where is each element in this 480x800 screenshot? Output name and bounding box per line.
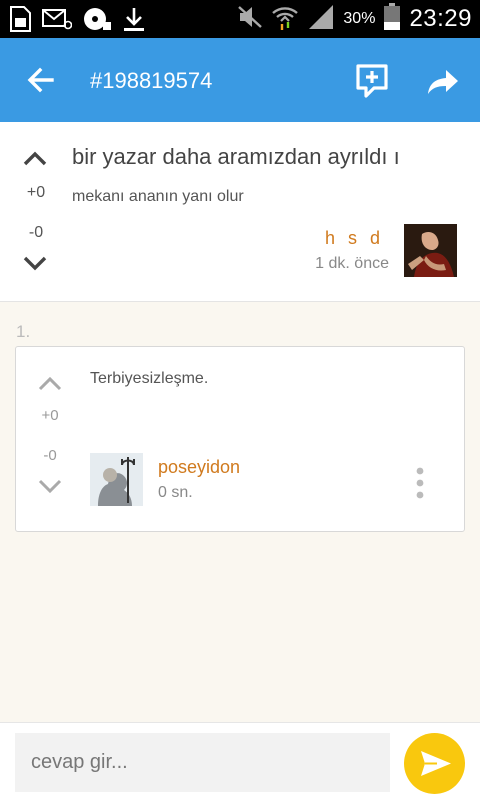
sim-card-icon	[8, 6, 32, 37]
post-author-link[interactable]: h s d	[325, 228, 384, 249]
reply-author-avatar[interactable]	[90, 453, 143, 506]
more-vert-icon	[416, 467, 424, 499]
upvote-count: +0	[26, 184, 46, 201]
post-timestamp: 1 dk. önce	[315, 255, 389, 272]
app-bar: #198819574	[0, 38, 480, 122]
status-bar: 30% 23:29	[0, 0, 480, 38]
post-title: bir yazar daha aramızdan ayrıldı ı	[72, 144, 400, 169]
share-icon	[428, 70, 458, 94]
downvote-button[interactable]	[20, 252, 50, 276]
reply-text: Terbiyesizleşme.	[90, 370, 209, 387]
reply-upvote-button[interactable]	[36, 373, 64, 393]
send-icon	[421, 751, 451, 776]
share-button[interactable]	[424, 64, 464, 100]
reply-upvote-count: +0	[41, 407, 59, 424]
reply-downvote-count: -0	[43, 447, 57, 464]
send-button[interactable]	[404, 733, 465, 794]
reply-more-menu-button[interactable]	[412, 467, 428, 499]
chevron-down-icon	[38, 479, 62, 494]
add-comment-button[interactable]	[352, 62, 392, 100]
battery-icon	[383, 2, 401, 36]
download-icon	[122, 6, 146, 37]
battery-percent: 30%	[343, 10, 376, 27]
wifi-icon	[271, 4, 299, 35]
signal-icon	[307, 4, 335, 35]
post-card: +0 -0 bir yazar daha aramızdan ayrıldı ı…	[0, 122, 480, 302]
reply-card: +0 -0 Terbiyesizleşme. poseyidon 0 sn.	[15, 346, 465, 532]
reply-downvote-button[interactable]	[36, 477, 64, 497]
message-icon	[42, 8, 73, 35]
reply-input[interactable]	[15, 733, 390, 792]
page-title: #198819574	[90, 68, 213, 93]
reply-number: 1.	[16, 322, 31, 341]
upvote-button[interactable]	[20, 146, 50, 170]
reply-composer	[0, 722, 480, 800]
arrow-left-icon	[27, 67, 54, 93]
chevron-up-icon	[23, 151, 47, 166]
add-comment-icon	[356, 64, 388, 98]
clock: 23:29	[409, 5, 472, 32]
chevron-down-icon	[23, 256, 47, 271]
disc-icon	[82, 6, 112, 37]
mute-icon	[237, 5, 263, 34]
post-author-avatar[interactable]	[404, 224, 457, 277]
back-button[interactable]	[22, 62, 62, 98]
post-body: mekanı ananın yanı olur	[72, 188, 244, 205]
reply-author-link[interactable]: poseyidon	[158, 457, 240, 478]
downvote-count: -0	[28, 224, 44, 241]
reply-timestamp: 0 sn.	[158, 484, 193, 501]
chevron-up-icon	[38, 376, 62, 391]
